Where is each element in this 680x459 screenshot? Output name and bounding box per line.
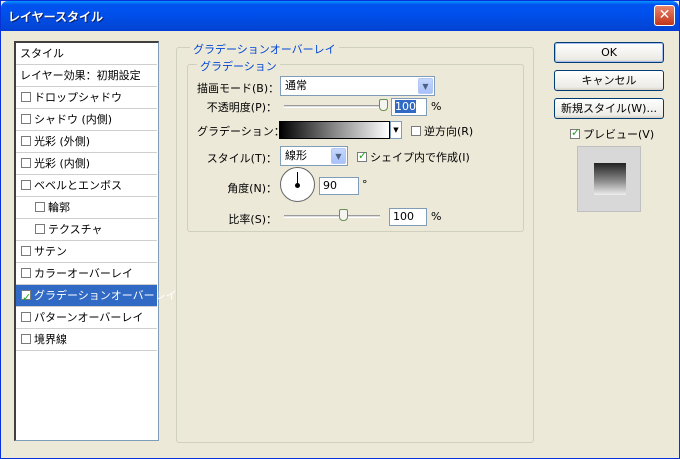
style-list-item[interactable]: 光彩 (外側) (16, 131, 157, 153)
close-icon[interactable]: ✕ (654, 5, 675, 26)
style-list-header[interactable]: レイヤー効果：初期設定 (16, 65, 157, 87)
style-list-label: カラーオーバーレイ (34, 267, 133, 280)
blend-mode-select[interactable]: 通常 ▼ (280, 76, 435, 96)
style-list-item[interactable]: カラーオーバーレイ (16, 263, 157, 285)
style-list-item[interactable]: ドロップシャドウ (16, 87, 157, 109)
style-checkbox[interactable] (21, 136, 31, 146)
style-list-label: ベベルとエンボス (34, 179, 122, 192)
style-checkbox[interactable] (21, 158, 31, 168)
style-list-item[interactable]: 境界線 (16, 329, 157, 351)
style-list-label: スタイル (20, 47, 64, 60)
align-with-layer-option[interactable]: シェイプ内で作成(I) (357, 149, 470, 165)
angle-dial[interactable] (280, 167, 315, 202)
opacity-value: 100 (395, 100, 416, 113)
style-list-item[interactable]: ベベルとエンボス (16, 175, 157, 197)
style-list-item[interactable]: サテン (16, 241, 157, 263)
style-checkbox[interactable] (21, 114, 31, 124)
style-list-item[interactable]: 光彩 (内側) (16, 153, 157, 175)
style-list-label: 輪郭 (48, 201, 70, 214)
chevron-down-icon[interactable]: ▼ (390, 121, 402, 139)
align-with-layer-label: シェイプ内で作成(I) (370, 151, 470, 164)
style-list-label: パターンオーバーレイ (34, 311, 144, 324)
ok-button[interactable]: OK (554, 42, 664, 63)
gradient-subgroup-title: グラデーション (197, 58, 280, 74)
preview-option[interactable]: プレビュー(V) (570, 126, 654, 142)
gradient-picker[interactable] (279, 121, 390, 139)
style-checkbox[interactable] (21, 246, 31, 256)
style-checkbox[interactable] (21, 312, 31, 322)
align-with-layer-checkbox[interactable] (357, 149, 367, 162)
style-list-label: グラデーションオーバーレイ (34, 289, 177, 302)
blend-mode-value: 通常 (285, 79, 307, 92)
style-list-label: シャドウ (内側) (34, 113, 113, 126)
new-style-button[interactable]: 新規スタイル(W)... (554, 98, 664, 119)
gradient-label: グラデーション： (197, 125, 285, 138)
angle-label: 角度(N)： (227, 182, 277, 195)
style-list-label: ドロップシャドウ (34, 91, 122, 104)
style-list-label: レイヤー効果：初期設定 (20, 69, 141, 82)
style-checkbox[interactable] (35, 202, 45, 212)
reverse-option[interactable]: 逆方向(R) (411, 123, 473, 139)
style-list-item[interactable]: グラデーションオーバーレイ (16, 285, 177, 308)
style-list-label: 光彩 (内側) (34, 157, 91, 170)
gradient-overlay-title: グラデーションオーバーレイ (190, 41, 339, 57)
angle-unit: ° (362, 178, 368, 191)
style-list-item[interactable]: テクスチャ (16, 219, 157, 241)
style-list-label: サテン (34, 245, 67, 258)
scale-label: 比率(S)： (228, 213, 277, 226)
reverse-checkbox[interactable] (411, 126, 421, 136)
chevron-down-icon[interactable]: ▼ (331, 148, 346, 164)
preview-label: プレビュー(V) (583, 128, 655, 141)
blend-mode-label: 描画モード(B)： (197, 82, 280, 95)
style-list-label: 境界線 (34, 333, 67, 346)
opacity-unit: % (431, 100, 442, 113)
style-list: スタイルレイヤー効果：初期設定 ドロップシャドウ シャドウ (内側) 光彩 (外側) 光… (14, 41, 177, 441)
preview-checkbox[interactable] (570, 126, 580, 139)
style-select[interactable]: 線形 ▼ (280, 146, 348, 166)
angle-value: 90 (323, 179, 337, 192)
style-list-label: テクスチャ (48, 223, 103, 236)
style-checkbox[interactable] (21, 287, 31, 308)
style-checkbox[interactable] (21, 334, 31, 344)
opacity-label: 不透明度(P)： (206, 101, 277, 114)
opacity-input[interactable]: 100 (391, 98, 427, 116)
scale-unit: % (431, 210, 442, 223)
style-checkbox[interactable] (21, 180, 31, 190)
scale-slider-thumb[interactable] (338, 209, 348, 221)
style-value: 線形 (285, 149, 307, 162)
style-list-header[interactable]: スタイル (16, 43, 157, 65)
scale-input[interactable]: 100 (389, 208, 427, 226)
style-list-item[interactable]: 輪郭 (16, 197, 157, 219)
reverse-label: 逆方向(R) (424, 125, 474, 138)
angle-dial-center (295, 183, 300, 188)
scale-value: 100 (393, 210, 414, 223)
cancel-button[interactable]: キャンセル (554, 70, 664, 91)
style-checkbox[interactable] (21, 268, 31, 278)
style-list-item[interactable]: シャドウ (内側) (16, 109, 157, 131)
preview-swatch (594, 163, 626, 195)
style-list-item[interactable]: パターンオーバーレイ (16, 307, 157, 329)
opacity-slider[interactable] (284, 105, 384, 108)
layer-style-dialog: レイヤースタイル ✕ スタイルレイヤー効果：初期設定 ドロップシャドウ シャドウ (… (0, 0, 680, 459)
title-bar[interactable]: レイヤースタイル ✕ (1, 1, 679, 31)
angle-input[interactable]: 90 (319, 177, 359, 195)
preview-thumbnail (577, 146, 641, 212)
scale-slider[interactable] (284, 215, 380, 218)
style-checkbox[interactable] (35, 224, 45, 234)
chevron-down-icon[interactable]: ▼ (418, 78, 433, 94)
window-title: レイヤースタイル (8, 10, 104, 24)
style-list-label: 光彩 (外側) (34, 135, 91, 148)
style-checkbox[interactable] (21, 92, 31, 102)
opacity-slider-thumb[interactable] (379, 99, 388, 111)
style-label: スタイル(T)： (206, 152, 277, 165)
